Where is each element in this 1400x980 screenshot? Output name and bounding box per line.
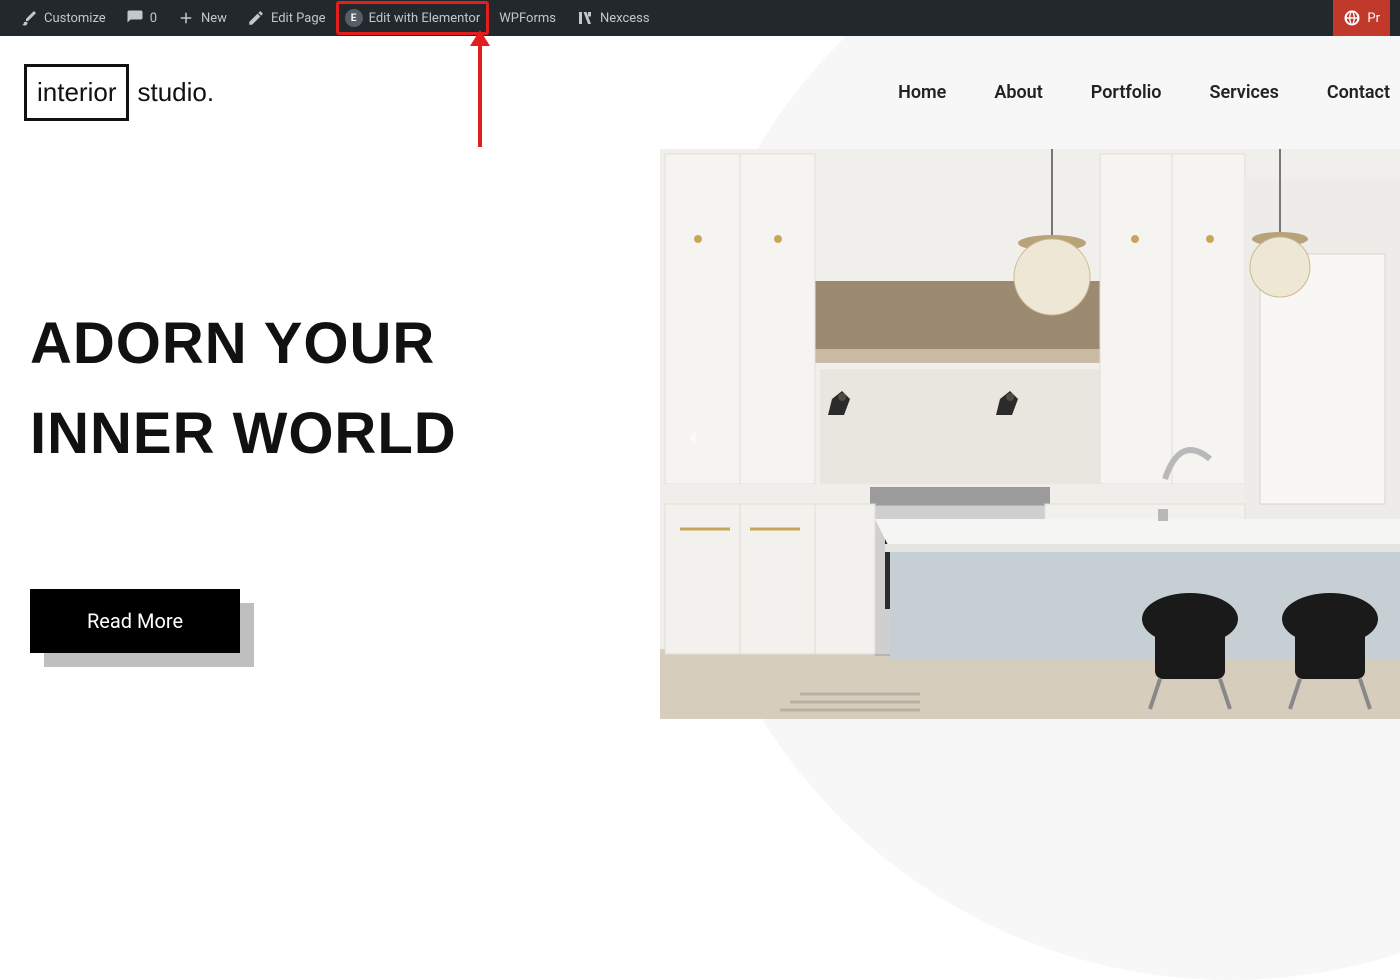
comment-icon xyxy=(126,9,144,27)
comments-link[interactable]: 0 xyxy=(116,0,167,36)
comments-count: 0 xyxy=(150,11,157,26)
hero-text: ADORN YOUR INNER WORLD Read More xyxy=(30,149,670,653)
admin-right-item[interactable]: Pr xyxy=(1333,0,1390,36)
hero-title-line1: ADORN YOUR xyxy=(30,311,435,376)
nav-portfolio[interactable]: Portfolio xyxy=(1091,82,1162,103)
customize-link[interactable]: Customize xyxy=(10,0,116,36)
edit-with-elementor-link[interactable]: E Edit with Elementor xyxy=(336,1,490,35)
site-logo[interactable]: interior studio. xyxy=(24,64,214,121)
main-nav: Home About Portfolio Services Contact xyxy=(898,82,1390,103)
chevron-left-icon xyxy=(678,437,706,456)
nav-contact[interactable]: Contact xyxy=(1327,82,1390,103)
new-link[interactable]: New xyxy=(167,0,237,36)
wpforms-link[interactable]: WPForms xyxy=(489,0,566,36)
brush-icon xyxy=(20,9,38,27)
read-more-button[interactable]: Read More xyxy=(30,589,240,653)
hero-title: ADORN YOUR INNER WORLD xyxy=(30,299,670,479)
edit-elementor-label: Edit with Elementor xyxy=(369,11,481,26)
carousel-prev-button[interactable] xyxy=(678,424,706,456)
plus-icon xyxy=(177,9,195,27)
hero-image xyxy=(660,149,1400,719)
edit-page-link[interactable]: Edit Page xyxy=(237,0,336,36)
logo-boxed-text: interior xyxy=(24,64,129,121)
pencil-icon xyxy=(247,9,265,27)
wp-admin-bar: Customize 0 New Edit Page E Edit with El… xyxy=(0,0,1400,36)
wpforms-label: WPForms xyxy=(499,11,556,26)
elementor-icon: E xyxy=(345,9,363,27)
edit-page-label: Edit Page xyxy=(271,11,326,26)
nexcess-link[interactable]: Nexcess xyxy=(566,0,660,36)
customize-label: Customize xyxy=(44,11,106,26)
admin-right-label: Pr xyxy=(1367,11,1380,26)
hero-title-line2: INNER WORLD xyxy=(30,401,457,466)
nav-about[interactable]: About xyxy=(994,82,1042,103)
globe-icon xyxy=(1343,9,1361,27)
new-label: New xyxy=(201,11,227,26)
logo-after-text: studio. xyxy=(137,77,214,108)
nav-services[interactable]: Services xyxy=(1210,82,1279,103)
nexcess-icon xyxy=(576,9,594,27)
nexcess-label: Nexcess xyxy=(600,11,650,26)
site-header: interior studio. Home About Portfolio Se… xyxy=(0,36,1400,149)
nav-home[interactable]: Home xyxy=(898,82,946,103)
hero-section: ADORN YOUR INNER WORLD Read More xyxy=(0,149,1400,653)
cta-wrap: Read More xyxy=(30,589,240,653)
